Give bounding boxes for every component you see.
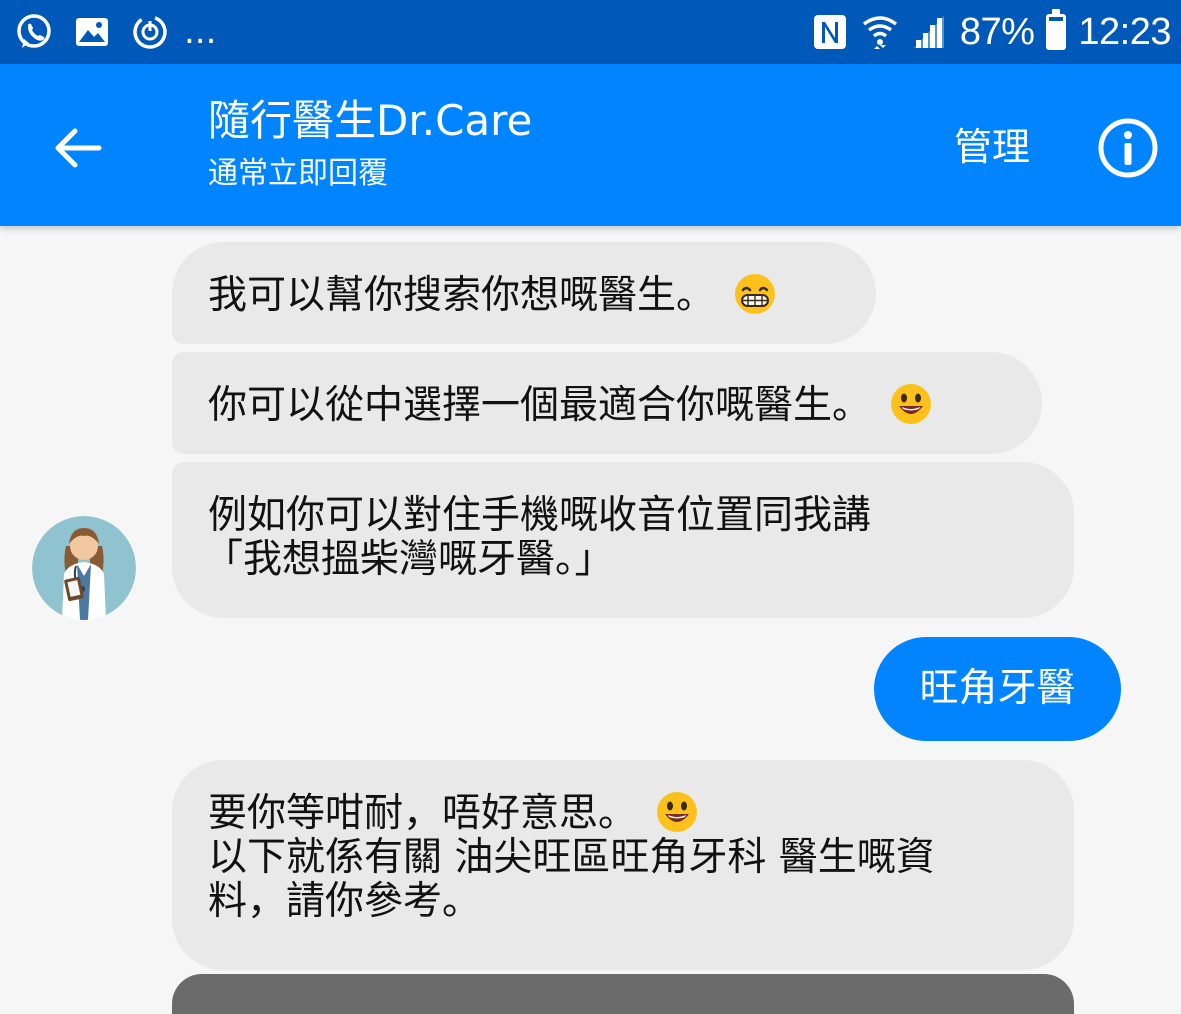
message-bubble-incoming[interactable]: 你可以從中選擇一個最適合你嘅醫生。	[172, 352, 1042, 454]
wifi-icon	[862, 16, 897, 49]
power-sync-icon	[133, 15, 167, 49]
battery-icon	[1046, 9, 1067, 50]
whatsapp-icon	[17, 14, 51, 48]
clock: 12:23	[1078, 10, 1171, 53]
card-preview[interactable]	[172, 974, 1074, 1014]
avatar[interactable]	[32, 516, 136, 620]
smiley-emoji	[891, 384, 932, 424]
message-bubble-outgoing[interactable]: 旺角牙醫	[874, 637, 1121, 741]
status-bar: ... 87% 12:23	[0, 0, 1181, 64]
message-bubble-incoming[interactable]: 要你等咁耐，唔好意思。 以下就係有關 油尖旺區旺角牙科 醫生嘅資 料，請你參考。	[172, 760, 1074, 970]
notification-icons: ...	[14, 10, 216, 54]
message-text: 要你等咁耐，唔好意思。	[208, 791, 638, 836]
conversation-info[interactable]: 隨行醫生Dr.Care 通常立即回覆	[208, 92, 532, 196]
grinning-teeth-emoji	[735, 274, 776, 314]
smiley-emoji	[657, 792, 698, 832]
page-title: 隨行醫生Dr.Care	[208, 96, 533, 145]
conversation-header: 隨行醫生Dr.Care 通常立即回覆 管理	[0, 64, 1181, 226]
message-list[interactable]: 我可以幫你搜索你想嘅醫生。 你可以從中選擇一個最適合你嘅醫生。 例如你可以對住手…	[0, 226, 1181, 1014]
nfc-icon	[813, 15, 846, 49]
battery-percent: 87%	[959, 10, 1035, 53]
message-bubble-incoming[interactable]: 例如你可以對住手機嘅收音位置同我講 「我想搵柴灣嘅牙醫。」	[172, 462, 1074, 618]
message-text: 我可以幫你搜索你想嘅醫生。	[208, 273, 716, 318]
manage-button[interactable]: 管理	[954, 122, 1030, 172]
message-text: 料，請你參考。	[208, 879, 482, 924]
message-text: 例如你可以對住手機嘅收音位置同我講	[208, 493, 872, 538]
arrow-left-icon	[55, 128, 102, 168]
message-text: 「我想搵柴灣嘅牙醫。」	[204, 537, 614, 582]
back-button[interactable]	[44, 114, 112, 182]
message-bubble-incoming[interactable]: 我可以幫你搜索你想嘅醫生。	[172, 242, 876, 344]
doctor-avatar-icon	[32, 516, 136, 620]
gallery-icon	[76, 18, 108, 46]
info-circle-icon[interactable]	[1094, 114, 1162, 182]
response-status: 通常立即回覆	[208, 156, 388, 191]
message-line: 要你等咁耐，唔好意思。	[208, 790, 1038, 836]
signal-icon	[913, 16, 944, 48]
message-text: 以下就係有關 油尖旺區旺角牙科 醫生嘅資	[208, 835, 935, 880]
more-notifications: ...	[184, 12, 217, 52]
message-text: 你可以從中選擇一個最適合你嘅醫生。	[208, 383, 872, 428]
system-icons: 87% 12:23	[812, 8, 1171, 56]
